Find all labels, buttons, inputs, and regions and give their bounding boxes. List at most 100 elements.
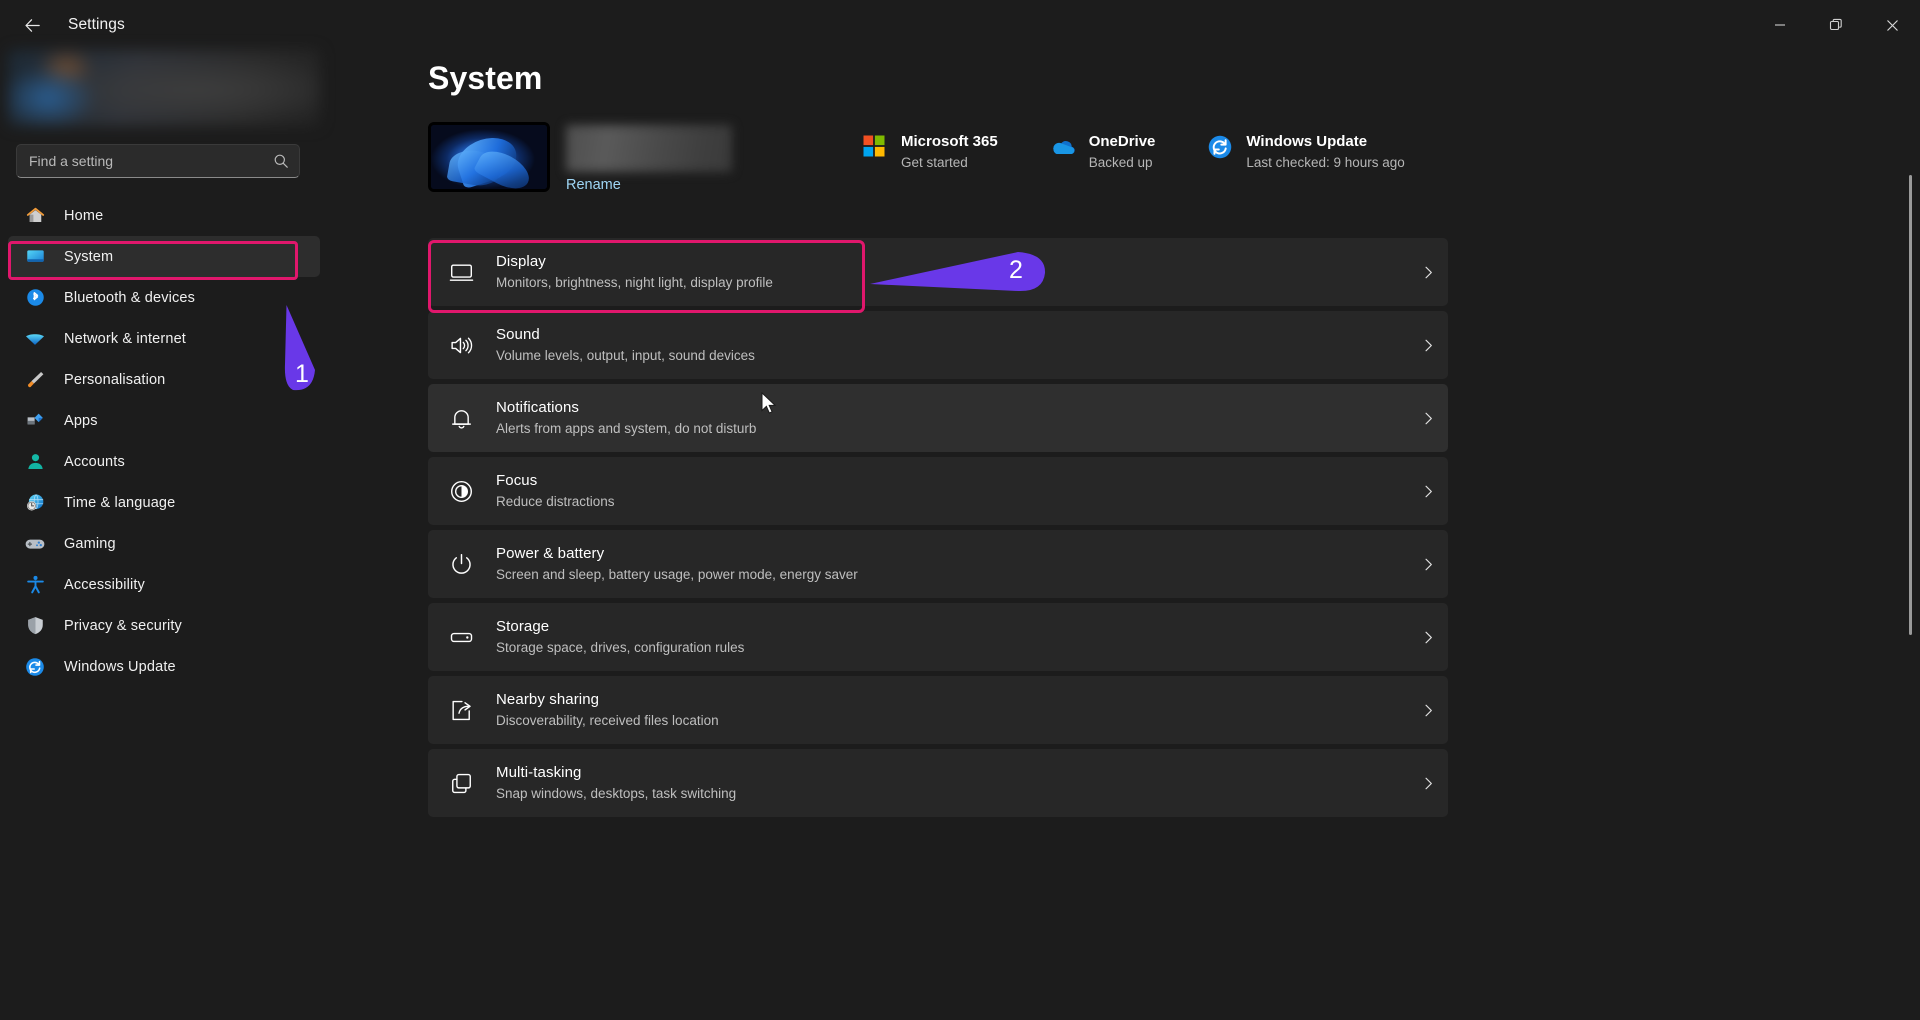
sidebar-item-label: Windows Update [64, 658, 176, 675]
microsoft-logo-icon [862, 134, 888, 160]
quick-links: Microsoft 365 Get started OneDrive Backe… [852, 126, 1415, 179]
row-subtitle: Discoverability, received files location [496, 713, 719, 728]
row-title: Multi-tasking [496, 764, 582, 781]
sidebar-item-label: Personalisation [64, 371, 166, 388]
quicklink-title: Microsoft 365 [901, 133, 998, 150]
apps-icon [24, 410, 46, 432]
back-button[interactable] [10, 7, 54, 43]
sidebar-item-home[interactable]: Home [8, 195, 320, 236]
quicklink-windows-update[interactable]: Windows Update Last checked: 9 hours ago [1197, 126, 1414, 179]
account-card-blurred[interactable] [8, 50, 320, 126]
settings-row-power-battery[interactable]: Power & battery Screen and sleep, batter… [428, 530, 1448, 598]
page-title: System [428, 60, 543, 96]
row-title: Display [496, 253, 546, 270]
row-subtitle: Monitors, brightness, night light, displ… [496, 275, 773, 290]
sidebar-item-bluetooth-devices[interactable]: Bluetooth & devices [8, 277, 320, 318]
quicklink-subtitle: Backed up [1088, 155, 1153, 170]
storage-icon [446, 622, 476, 652]
settings-row-notifications[interactable]: Notifications Alerts from apps and syste… [428, 384, 1448, 452]
sidebar-item-accounts[interactable]: Accounts [8, 441, 320, 482]
maximize-button[interactable] [1808, 0, 1864, 50]
accessibility-icon [24, 574, 46, 596]
sidebar-item-label: Apps [64, 412, 98, 429]
chevron-right-icon [1408, 557, 1448, 572]
vertical-scrollbar[interactable] [1909, 175, 1912, 635]
chevron-right-icon [1408, 484, 1448, 499]
settings-row-focus[interactable]: Focus Reduce distractions [428, 457, 1448, 525]
brush-icon [24, 369, 46, 391]
sidebar-item-network-internet[interactable]: Network & internet [8, 318, 320, 359]
settings-row-storage[interactable]: Storage Storage space, drives, configura… [428, 603, 1448, 671]
quicklink-subtitle: Get started [901, 155, 968, 170]
row-title: Storage [496, 618, 550, 635]
rename-button[interactable]: Rename [566, 177, 621, 193]
sidebar-item-label: Time & language [64, 494, 176, 511]
row-title: Notifications [496, 399, 580, 416]
quicklink-onedrive[interactable]: OneDrive Backed up [1040, 126, 1166, 179]
row-subtitle: Alerts from apps and system, do not dist… [496, 421, 757, 436]
clock-globe-icon [24, 492, 46, 514]
sidebar-item-label: Network & internet [64, 330, 186, 347]
chevron-right-icon [1408, 338, 1448, 353]
sidebar-item-personalisation[interactable]: Personalisation [8, 359, 320, 400]
settings-row-multi-tasking[interactable]: Multi-tasking Snap windows, desktops, ta… [428, 749, 1448, 817]
onedrive-cloud-icon [1050, 134, 1076, 160]
settings-rows: Display Monitors, brightness, night ligh… [428, 238, 1448, 822]
sidebar-item-apps[interactable]: Apps [8, 400, 320, 441]
restore-icon [1829, 18, 1842, 31]
sidebar-item-label: System [64, 248, 114, 265]
sidebar-item-gaming[interactable]: Gaming [8, 523, 320, 564]
update-icon [24, 656, 46, 678]
chevron-right-icon [1408, 265, 1448, 280]
back-arrow-icon [24, 18, 40, 32]
shield-icon [24, 615, 46, 637]
quicklink-title: OneDrive [1088, 133, 1156, 150]
row-subtitle: Storage space, drives, configuration rul… [496, 640, 745, 655]
power-icon [446, 549, 476, 579]
close-icon [1886, 19, 1898, 31]
chevron-right-icon [1408, 411, 1448, 426]
home-icon [24, 205, 46, 227]
title-bar: Settings [0, 0, 1920, 50]
settings-row-nearby-sharing[interactable]: Nearby sharing Discoverability, received… [428, 676, 1448, 744]
row-subtitle: Screen and sleep, battery usage, power m… [496, 567, 858, 582]
windows-update-icon [1207, 134, 1233, 160]
row-title: Power & battery [496, 545, 605, 562]
sidebar-item-label: Bluetooth & devices [64, 289, 196, 306]
row-subtitle: Volume levels, output, input, sound devi… [496, 348, 755, 363]
sidebar-item-windows-update[interactable]: Windows Update [8, 646, 320, 687]
sidebar-item-system[interactable]: System [8, 236, 320, 277]
sidebar-item-label: Home [64, 207, 104, 224]
gamepad-icon [24, 533, 46, 555]
search-icon[interactable] [273, 153, 289, 169]
sidebar-item-label: Gaming [64, 535, 116, 552]
quicklink-microsoft-365[interactable]: Microsoft 365 Get started [852, 126, 1008, 179]
search-box[interactable] [16, 144, 300, 178]
chevron-right-icon [1408, 703, 1448, 718]
minimize-button[interactable] [1752, 0, 1808, 50]
sidebar-item-label: Accessibility [64, 576, 145, 593]
window-controls [1752, 0, 1920, 50]
row-subtitle: Reduce distractions [496, 494, 615, 509]
wifi-icon [24, 328, 46, 350]
main-content: System Rename Microsoft 365 Get started … [340, 50, 1920, 1020]
row-subtitle: Snap windows, desktops, task switching [496, 786, 737, 801]
speaker-icon [446, 330, 476, 360]
search-container [16, 144, 300, 178]
sidebar-item-time-language[interactable]: Time & language [8, 482, 320, 523]
sidebar-item-label: Accounts [64, 453, 125, 470]
sidebar-nav: Home System Bluetooth & devices Network … [8, 195, 320, 687]
quicklink-subtitle: Last checked: 9 hours ago [1246, 155, 1405, 170]
row-title: Nearby sharing [496, 691, 600, 708]
search-input[interactable] [29, 153, 273, 169]
monitor-icon [446, 257, 476, 287]
sidebar-item-accessibility[interactable]: Accessibility [8, 564, 320, 605]
device-wallpaper-thumbnail [428, 122, 550, 192]
settings-row-display[interactable]: Display Monitors, brightness, night ligh… [428, 238, 1448, 306]
settings-window: Settings Find a setting Home System Blue… [0, 0, 1920, 1020]
close-button[interactable] [1864, 0, 1920, 50]
nearby-share-icon [446, 695, 476, 725]
sidebar-item-privacy-security[interactable]: Privacy & security [8, 605, 320, 646]
chevron-right-icon [1408, 630, 1448, 645]
settings-row-sound[interactable]: Sound Volume levels, output, input, soun… [428, 311, 1448, 379]
